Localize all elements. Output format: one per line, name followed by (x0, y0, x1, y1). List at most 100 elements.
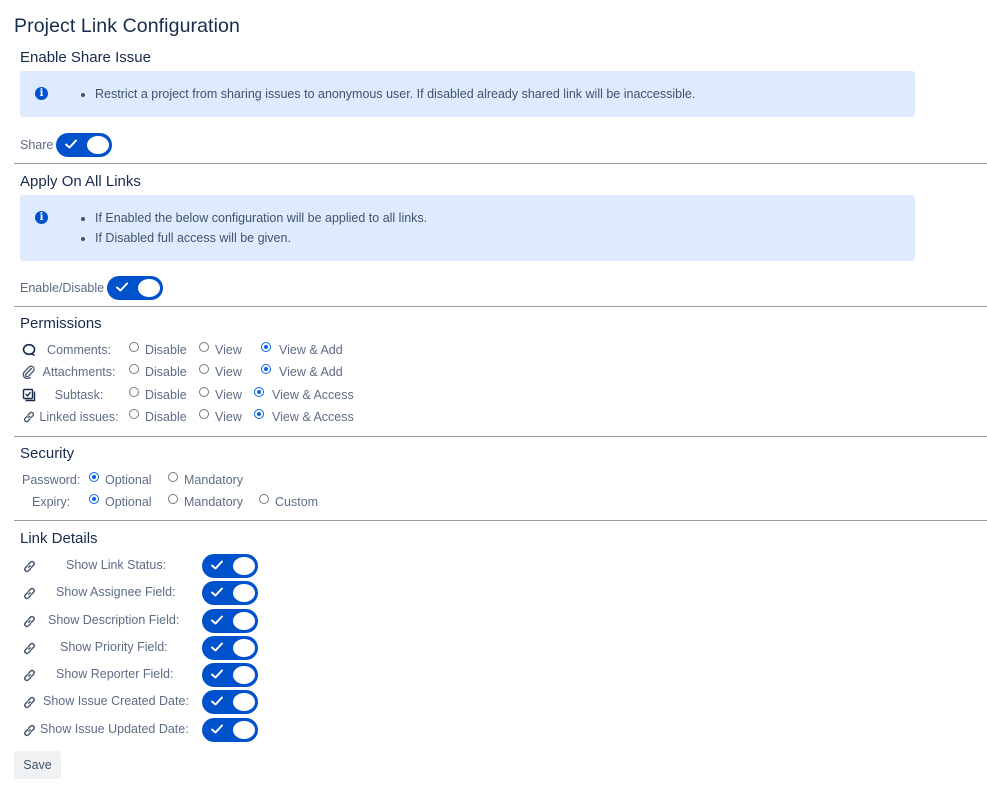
radio-button-selected[interactable] (261, 364, 271, 374)
link-detail-label: Show Reporter Field: (56, 667, 174, 681)
permission-row-comments: Comments: Disable View View & Add (22, 340, 343, 360)
comment-icon (22, 343, 36, 357)
toggle-knob (87, 136, 110, 154)
link-icon (24, 587, 35, 600)
info-icon: i (35, 211, 48, 224)
check-icon (211, 669, 223, 679)
attachment-icon (22, 365, 35, 379)
toggle-knob (233, 693, 255, 711)
radio-button-selected[interactable] (89, 494, 99, 504)
link-icon (23, 411, 35, 423)
subtask-icon (22, 388, 36, 402)
radio-option[interactable]: View & Access (254, 409, 354, 424)
link-detail-toggle[interactable] (202, 690, 258, 714)
radio-button[interactable] (168, 494, 178, 504)
divider (14, 306, 987, 307)
info-item: If Enabled the below configuration will … (95, 208, 427, 228)
check-icon (211, 560, 223, 570)
link-detail-toggle[interactable] (202, 718, 258, 742)
security-row-expiry: Expiry: Optional Mandatory Custom (22, 492, 318, 512)
radio-button[interactable] (199, 342, 209, 352)
radio-option[interactable]: Optional (89, 472, 152, 487)
share-toggle[interactable] (56, 133, 113, 157)
link-icon (24, 615, 35, 628)
divider (14, 163, 987, 164)
permission-label: Comments: (47, 343, 111, 357)
radio-option[interactable]: View & Access (254, 387, 354, 402)
link-detail-label: Show Link Status: (66, 558, 167, 572)
toggle-knob (138, 279, 161, 297)
radio-option[interactable]: Mandatory (168, 494, 243, 509)
section-title-link-details: Link Details (20, 530, 98, 547)
radio-button-selected[interactable] (254, 409, 264, 419)
info-item: Restrict a project from sharing issues t… (95, 84, 695, 104)
security-label: Expiry: (32, 495, 71, 509)
radio-button[interactable] (129, 387, 139, 397)
radio-option[interactable]: Optional (89, 494, 152, 509)
radio-option[interactable]: Mandatory (168, 472, 243, 487)
radio-option[interactable]: View & Add (261, 364, 343, 379)
radio-button-selected[interactable] (89, 472, 99, 482)
radio-button[interactable] (129, 364, 139, 374)
share-toggle-label: Share (20, 138, 54, 152)
radio-option[interactable]: Custom (259, 494, 318, 509)
share-info-list: Restrict a project from sharing issues t… (78, 84, 695, 104)
radio-option[interactable]: View (199, 387, 242, 402)
link-detail-toggle[interactable] (202, 636, 258, 660)
check-icon (116, 282, 129, 292)
info-icon: i (35, 87, 48, 100)
radio-button-selected[interactable] (261, 342, 271, 352)
share-toggle-row: Share (20, 133, 113, 157)
radio-button[interactable] (168, 472, 178, 482)
radio-option[interactable]: Disable (129, 342, 187, 357)
divider (14, 520, 987, 521)
apply-toggle-row: Enable/Disable (20, 276, 164, 300)
toggle-knob (233, 639, 255, 657)
security-label: Password: (22, 473, 81, 487)
link-icon (24, 724, 35, 737)
radio-button[interactable] (199, 409, 209, 419)
radio-button[interactable] (129, 342, 139, 352)
info-item: If Disabled full access will be given. (95, 228, 427, 248)
check-icon (211, 642, 223, 652)
permission-label: Subtask: (54, 388, 104, 402)
link-detail-label: Show Priority Field: (60, 640, 168, 654)
apply-info-list: If Enabled the below configuration will … (78, 208, 427, 248)
radio-option[interactable]: Disable (129, 409, 187, 424)
link-icon (24, 560, 35, 573)
radio-option[interactable]: Disable (129, 387, 187, 402)
radio-button[interactable] (129, 409, 139, 419)
radio-button-selected[interactable] (254, 387, 264, 397)
section-title-security: Security (20, 445, 75, 462)
radio-option[interactable]: View & Add (261, 342, 343, 357)
radio-button[interactable] (199, 387, 209, 397)
check-icon (211, 587, 223, 597)
toggle-knob (233, 721, 255, 739)
link-detail-toggle[interactable] (202, 554, 258, 578)
share-info-panel: i Restrict a project from sharing issues… (20, 71, 915, 117)
apply-toggle-label: Enable/Disable (20, 281, 105, 295)
check-icon (65, 139, 78, 149)
permission-row-attachments: Attachments: Disable View View & Add (22, 362, 343, 382)
link-detail-label: Show Issue Updated Date: (40, 722, 189, 736)
link-detail-label: Show Issue Created Date: (43, 694, 189, 708)
link-detail-toggle[interactable] (202, 663, 258, 687)
permission-label: Attachments: (42, 365, 116, 379)
check-icon (211, 724, 223, 734)
apply-toggle[interactable] (107, 276, 164, 300)
radio-option[interactable]: Disable (129, 364, 187, 379)
check-icon (211, 615, 223, 625)
toggle-knob (233, 666, 255, 684)
radio-option[interactable]: View (199, 342, 242, 357)
security-row-password: Password: Optional Mandatory (22, 470, 243, 490)
radio-option[interactable]: View (199, 364, 242, 379)
apply-info-panel: i If Enabled the below configuration wil… (20, 195, 915, 261)
link-detail-toggle[interactable] (202, 609, 258, 633)
radio-button[interactable] (259, 494, 269, 504)
save-button[interactable]: Save (14, 751, 61, 779)
divider (14, 436, 987, 437)
radio-option[interactable]: View (199, 409, 242, 424)
section-title-share: Enable Share Issue (20, 49, 151, 66)
radio-button[interactable] (199, 364, 209, 374)
link-detail-toggle[interactable] (202, 581, 258, 605)
